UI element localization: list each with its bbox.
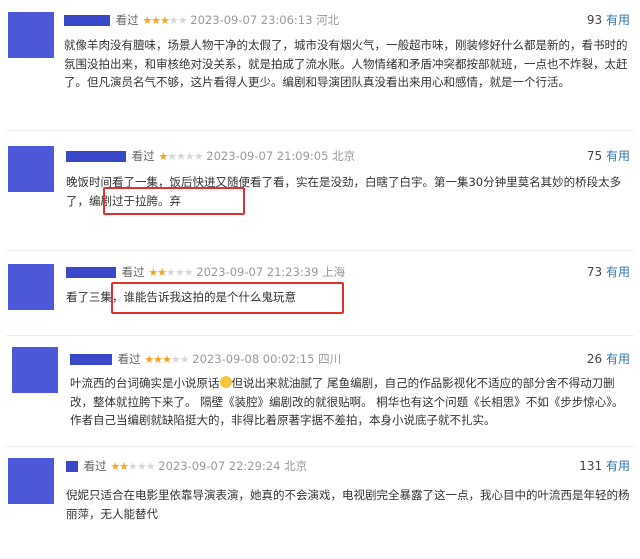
- rating-stars: ★★★★★: [142, 14, 187, 27]
- review-location: 北京: [284, 459, 308, 473]
- review-item: 看过 ★★★★★ 2023-09-07 23:06:13 河北 93 有用 就像…: [0, 0, 640, 125]
- review-text: 就像羊肉没有膻味，场景人物干净的太假了，城市没有烟火气，一般超市味，刚装修好什么…: [64, 38, 628, 89]
- divider: [6, 335, 634, 336]
- review-time: 2023-09-07 21:23:39: [196, 265, 319, 279]
- useful-vote[interactable]: 26 有用: [587, 351, 630, 367]
- avatar[interactable]: [8, 146, 54, 192]
- useful-count: 26: [586, 352, 603, 366]
- divider: [6, 130, 634, 131]
- divider: [6, 250, 634, 251]
- username[interactable]: [66, 267, 116, 278]
- review-time: 2023-09-07 23:06:13: [190, 13, 313, 27]
- avatar[interactable]: [8, 264, 54, 310]
- review-text: 倪妮只适合在电影里依靠导演表演，她真的不会演戏，电视剧完全暴露了这一点，我心目中…: [66, 488, 630, 521]
- review-text-part: 叶流西的台词确实是小说原话: [70, 376, 220, 390]
- review-meta: 看过 ★★★★★ 2023-09-08 00:02:15 四川: [70, 351, 341, 367]
- review-text: 叶流西的台词确实是小说原话 但说出来就油腻了 尾鱼编剧，自己的作品影视化不适应的部…: [70, 374, 630, 430]
- rating-stars: ★★★★★: [148, 266, 193, 279]
- rating-stars: ★★★★★: [110, 460, 155, 473]
- divider: [6, 446, 634, 447]
- useful-label[interactable]: 有用: [606, 459, 630, 473]
- username[interactable]: [70, 354, 112, 365]
- useful-vote[interactable]: 93 有用: [587, 12, 630, 28]
- seen-status: 看过: [115, 13, 139, 27]
- rating-stars: ★★★★★: [158, 150, 203, 163]
- useful-count: 73: [586, 265, 603, 279]
- useful-vote[interactable]: 131 有用: [579, 458, 630, 474]
- avatar[interactable]: [8, 12, 54, 58]
- review-item: 看过 ★★★★★ 2023-09-08 00:02:15 四川 26 有用 叶流…: [0, 343, 640, 443]
- review-meta: 看过 ★★★★★ 2023-09-07 21:23:39 上海: [66, 264, 345, 280]
- review-text: 看了三集，谁能告诉我这拍的是个什么鬼玩意: [66, 288, 626, 307]
- useful-label[interactable]: 有用: [606, 265, 630, 279]
- review-meta: 看过 ★★★★★ 2023-09-07 23:06:13 河北: [64, 12, 339, 28]
- review-item: 看过 ★★★★★ 2023-09-07 21:09:05 北京 75 有用 晚饭…: [0, 140, 640, 230]
- seen-status: 看过: [121, 265, 145, 279]
- review-meta: 看过 ★★★★★ 2023-09-07 22:29:24 北京: [66, 458, 307, 474]
- useful-vote[interactable]: 73 有用: [587, 264, 630, 280]
- review-text-part: 看了三集，: [66, 290, 124, 304]
- seen-status: 看过: [131, 149, 155, 163]
- highlighted-text: 编剧过于拉胯。弃: [89, 193, 181, 208]
- useful-count: 131: [579, 459, 603, 473]
- avatar[interactable]: [12, 347, 58, 393]
- review-time: 2023-09-07 22:29:24: [158, 459, 281, 473]
- crying-face-emoji-icon: [219, 376, 232, 388]
- username[interactable]: [66, 461, 78, 472]
- rating-stars: ★★★★★: [144, 353, 189, 366]
- review-location: 河北: [316, 13, 340, 27]
- useful-count: 93: [586, 13, 603, 27]
- useful-label[interactable]: 有用: [606, 13, 630, 27]
- seen-status: 看过: [117, 352, 141, 366]
- review-item: 看过 ★★★★★ 2023-09-07 22:29:24 北京 131 有用 倪…: [0, 452, 640, 559]
- username[interactable]: [64, 15, 110, 26]
- seen-status: 看过: [83, 459, 107, 473]
- review-location: 上海: [322, 265, 346, 279]
- review-location: 北京: [332, 149, 356, 163]
- review-item: 看过 ★★★★★ 2023-09-07 21:23:39 上海 73 有用 看了…: [0, 258, 640, 328]
- useful-vote[interactable]: 75 有用: [587, 148, 630, 164]
- review-text: 晚饭时间看了一集，饭后快进又随便看了看，实在是没劲，白瞎了白宇。第一集30分钟里…: [66, 173, 626, 210]
- useful-label[interactable]: 有用: [606, 352, 630, 366]
- highlighted-text: 谁能告诉我这拍的是个什么鬼玩意: [123, 290, 297, 304]
- useful-count: 75: [586, 149, 603, 163]
- review-time: 2023-09-07 21:09:05: [206, 149, 329, 163]
- review-meta: 看过 ★★★★★ 2023-09-07 21:09:05 北京: [66, 148, 355, 164]
- avatar[interactable]: [8, 458, 54, 504]
- useful-label[interactable]: 有用: [606, 149, 630, 163]
- review-time: 2023-09-08 00:02:15: [192, 352, 315, 366]
- username[interactable]: [66, 151, 126, 162]
- review-location: 四川: [318, 352, 342, 366]
